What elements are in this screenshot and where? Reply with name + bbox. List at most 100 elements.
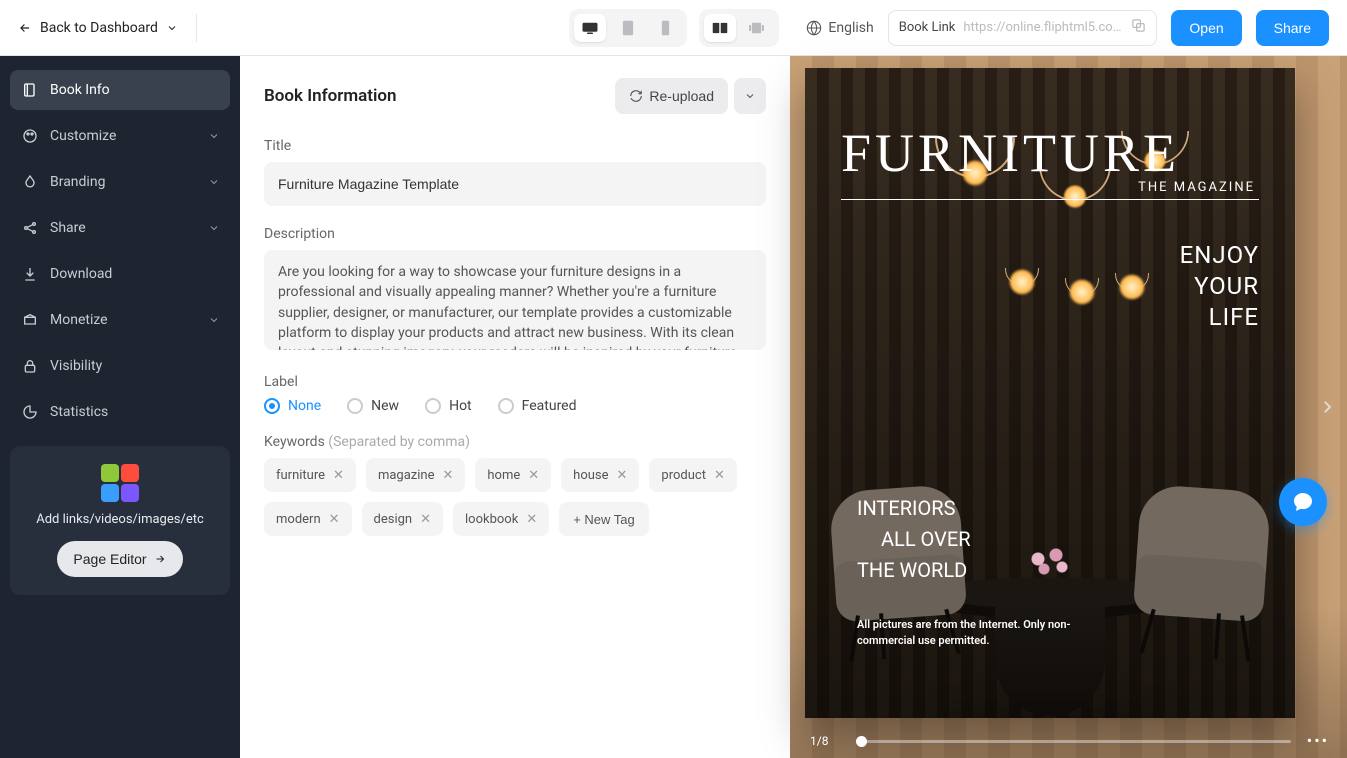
- download-icon: [22, 266, 38, 282]
- palette-icon: [22, 128, 38, 144]
- device-desktop-button[interactable]: [574, 14, 606, 42]
- device-tablet-button[interactable]: [612, 14, 644, 42]
- sidebar-item-label: Monetize: [50, 312, 108, 328]
- view-double-page-button[interactable]: [704, 14, 736, 42]
- remove-tag-button[interactable]: ✕: [333, 468, 344, 483]
- sidebar-item-share[interactable]: Share: [10, 208, 230, 248]
- description-label: Description: [264, 226, 766, 242]
- label-radio-new[interactable]: New: [347, 398, 399, 414]
- divider: [841, 199, 1259, 200]
- phone-icon: [660, 20, 671, 36]
- app-icon: [101, 464, 119, 482]
- label-radio-featured[interactable]: Featured: [498, 398, 577, 414]
- back-label: Back to Dashboard: [40, 20, 158, 36]
- tag-label: home: [487, 468, 520, 483]
- view-slide-button[interactable]: [742, 14, 774, 42]
- keyword-tag: modern✕: [264, 502, 352, 536]
- cover-disclaimer: All pictures are from the Internet. Only…: [857, 617, 1097, 648]
- cover-text: FURNITURE THE MAGAZINE ENJOY YOUR LIFE I…: [805, 68, 1295, 718]
- book-link-box: Book Link https://online.fliphtml5.com/k…: [888, 10, 1158, 46]
- sidebar-item-label: Customize: [50, 128, 116, 144]
- remove-tag-button[interactable]: ✕: [714, 468, 725, 483]
- cover-tagline: ENJOY YOUR LIFE: [1180, 240, 1259, 334]
- chat-button[interactable]: [1279, 478, 1327, 526]
- keywords-label: Keywords (Separated by comma): [264, 434, 766, 450]
- next-page-button[interactable]: [1313, 386, 1341, 428]
- remove-tag-button[interactable]: ✕: [528, 468, 539, 483]
- sidebar-item-statistics[interactable]: Statistics: [10, 392, 230, 432]
- remove-tag-button[interactable]: ✕: [526, 512, 537, 527]
- reupload-button[interactable]: Re-upload: [615, 78, 728, 114]
- promo-app-icons: [99, 464, 141, 502]
- app-icon: [121, 464, 139, 482]
- sidebar-item-book-info[interactable]: Book Info: [10, 70, 230, 110]
- more-options-button[interactable]: •••: [1307, 731, 1329, 750]
- preview-panel: FURNITURE THE MAGAZINE ENJOY YOUR LIFE I…: [790, 56, 1347, 758]
- chevron-down-icon: [208, 314, 220, 326]
- keyword-tag: lookbook ✕: [453, 502, 549, 536]
- radio-icon: [264, 398, 280, 414]
- sidebar-item-customize[interactable]: Customize: [10, 116, 230, 156]
- sidebar-item-visibility[interactable]: Visibility: [10, 346, 230, 386]
- page-editor-label: Page Editor: [73, 551, 146, 567]
- chat-icon: [1291, 490, 1315, 514]
- language-selector[interactable]: English: [806, 20, 873, 36]
- chevron-down-icon: [208, 222, 220, 234]
- promo-text: Add links/videos/images/etc: [22, 512, 218, 527]
- open-button[interactable]: Open: [1171, 10, 1241, 46]
- sidebar-item-label: Branding: [50, 174, 105, 190]
- section-title: Book Information: [264, 86, 397, 106]
- remove-tag-button[interactable]: ✕: [420, 512, 431, 527]
- sidebar-item-label: Book Info: [50, 82, 110, 98]
- magazine-cover[interactable]: FURNITURE THE MAGAZINE ENJOY YOUR LIFE I…: [805, 68, 1295, 718]
- copy-link-button[interactable]: [1131, 18, 1146, 37]
- back-to-dashboard[interactable]: Back to Dashboard: [18, 20, 178, 36]
- remove-tag-button[interactable]: ✕: [617, 468, 628, 483]
- keyword-tag: magazine✕: [366, 458, 465, 492]
- keywords-label-text: Keywords: [264, 434, 325, 450]
- app-icon: [101, 484, 119, 502]
- radio-icon: [347, 398, 363, 414]
- reupload-dropdown-button[interactable]: [734, 78, 766, 114]
- copy-icon: [1131, 18, 1146, 33]
- label-radio-none[interactable]: None: [264, 398, 321, 414]
- tagline-line: ENJOY: [1180, 240, 1259, 271]
- add-tag-button[interactable]: + New Tag: [559, 502, 649, 536]
- headline-line: THE WORLD: [857, 555, 971, 586]
- keyword-tag: furniture✕: [264, 458, 356, 492]
- tag-label: product: [661, 468, 706, 483]
- title-label: Title: [264, 138, 766, 154]
- page-editor-button[interactable]: Page Editor: [57, 541, 182, 577]
- chevron-down-icon: [208, 130, 220, 142]
- open-label: Open: [1189, 20, 1223, 36]
- book-icon: [22, 82, 38, 98]
- keyword-tag: design✕: [362, 502, 443, 536]
- title-input[interactable]: [264, 162, 766, 206]
- sidebar-item-download[interactable]: Download: [10, 254, 230, 294]
- keyword-tag: house✕: [561, 458, 639, 492]
- sidebar-item-branding[interactable]: Branding: [10, 162, 230, 202]
- globe-icon: [806, 20, 822, 36]
- droplet-icon: [22, 174, 38, 190]
- keywords-hint: (Separated by comma): [328, 434, 470, 450]
- sidebar-item-label: Visibility: [50, 358, 102, 374]
- sidebar-item-monetize[interactable]: Monetize: [10, 300, 230, 340]
- chevron-down-icon: [208, 176, 220, 188]
- label-radio-hot[interactable]: Hot: [425, 398, 472, 414]
- keyword-tag: product ✕: [649, 458, 736, 492]
- lock-icon: [22, 358, 38, 374]
- headline-line: INTERIORS: [857, 493, 971, 524]
- arrow-left-icon: [18, 21, 32, 35]
- divider: [196, 14, 197, 42]
- keyword-tag: home ✕: [475, 458, 551, 492]
- page-slider[interactable]: [856, 740, 1291, 743]
- remove-tag-button[interactable]: ✕: [442, 468, 453, 483]
- remove-tag-button[interactable]: ✕: [329, 512, 340, 527]
- device-phone-button[interactable]: [650, 14, 682, 42]
- view-mode-group: [699, 9, 779, 47]
- description-input[interactable]: [264, 250, 766, 350]
- share-label: Share: [1274, 20, 1311, 36]
- tag-label: lookbook: [465, 512, 518, 527]
- reload-icon: [629, 89, 643, 103]
- share-button[interactable]: Share: [1256, 10, 1329, 46]
